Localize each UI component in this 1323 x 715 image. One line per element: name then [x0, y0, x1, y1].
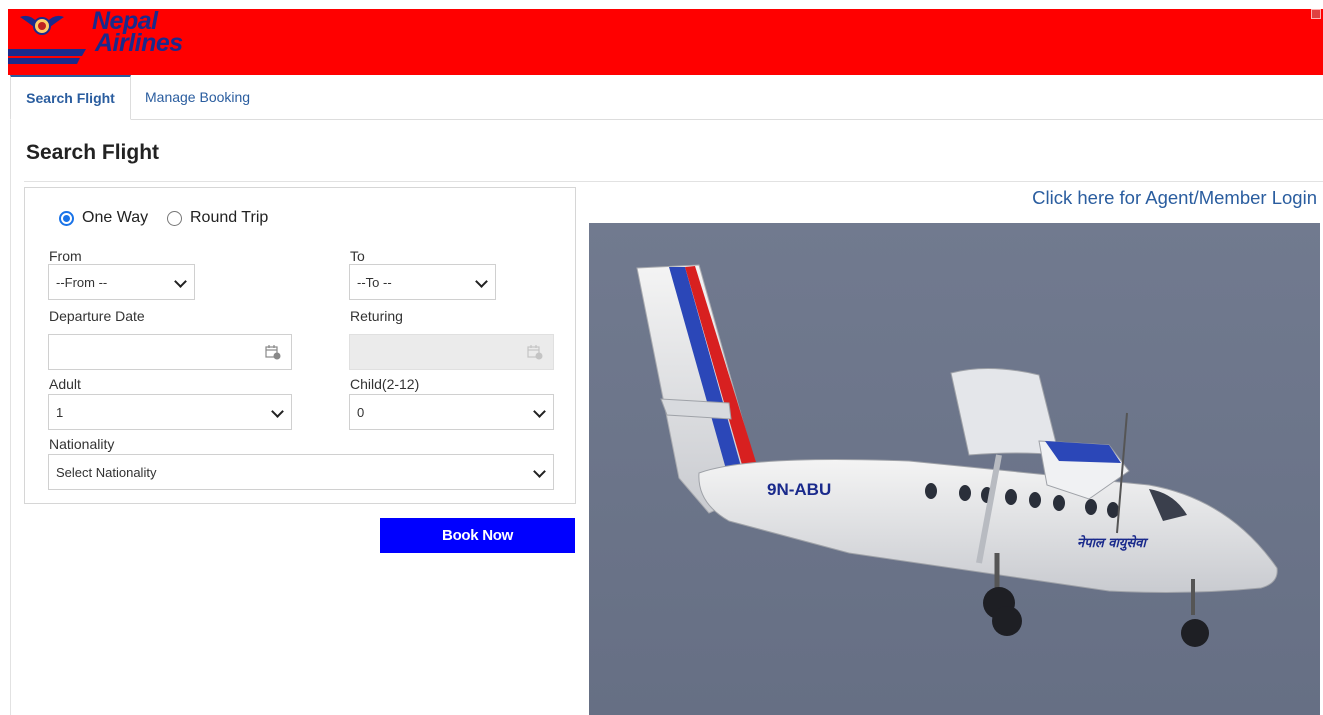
chevron-down-icon [533, 465, 546, 478]
adult-value: 1 [56, 405, 64, 420]
title-divider [24, 181, 1323, 182]
departure-date-input[interactable] [48, 334, 292, 370]
top-strip [0, 0, 1323, 9]
child-select[interactable]: 0 [349, 394, 554, 430]
calendar-icon[interactable] [265, 344, 281, 360]
departure-date-label: Departure Date [49, 308, 145, 324]
page-title: Search Flight [26, 141, 160, 164]
tab-manage-booking[interactable]: Manage Booking [145, 75, 250, 120]
nationality-select[interactable]: Select Nationality [48, 454, 554, 490]
chevron-down-icon [174, 275, 187, 288]
twin-otter-aircraft-image: 9N-ABU नेपाल वायुसेवा [589, 223, 1320, 715]
to-label: To [350, 248, 365, 264]
search-flight-form: One Way Round Trip From --From -- To --T… [24, 187, 576, 504]
agent-member-login-link[interactable]: Click here for Agent/Member Login [1032, 187, 1317, 209]
site-header: Nepal Airlines [8, 9, 1323, 75]
aircraft-livery-text: नेपाल वायुसेवा [1077, 535, 1148, 551]
aircraft-registration: 9N-ABU [767, 480, 831, 499]
returning-label: Returing [350, 308, 403, 324]
nationality-value: Select Nationality [56, 465, 157, 480]
radio-unselected-icon[interactable] [167, 210, 182, 226]
chevron-down-icon [271, 405, 284, 418]
tab-search-flight[interactable]: Search Flight [10, 75, 131, 120]
to-select[interactable]: --To -- [349, 264, 496, 300]
logo-emblem-icon [8, 15, 86, 64]
logo-line-2: Airlines [95, 29, 183, 57]
corner-menu-icon[interactable] [1311, 9, 1321, 19]
chevron-down-icon [533, 405, 546, 418]
child-label: Child(2-12) [350, 376, 420, 392]
one-way-radio[interactable]: One Way [59, 209, 148, 227]
nepal-airlines-logo[interactable]: Nepal Airlines [8, 9, 208, 75]
adult-select[interactable]: 1 [48, 394, 292, 430]
adult-label: Adult [49, 376, 81, 392]
calendar-icon[interactable] [527, 344, 543, 360]
round-trip-radio[interactable]: Round Trip [167, 209, 268, 227]
from-value: --From -- [56, 275, 108, 290]
one-way-label: One Way [82, 209, 149, 226]
radio-selected-icon[interactable] [59, 210, 74, 226]
tab-bar: Search Flight Manage Booking [10, 75, 1323, 120]
aircraft-photo: 9N-ABU नेपाल वायुसेवा [589, 223, 1320, 715]
logo-wordmark: Nepal Airlines [92, 9, 183, 57]
round-trip-label: Round Trip [190, 209, 269, 226]
from-label: From [49, 248, 82, 264]
chevron-down-icon [475, 275, 488, 288]
returning-date-input[interactable] [349, 334, 554, 370]
from-select[interactable]: --From -- [48, 264, 195, 300]
left-divider [10, 120, 11, 715]
to-value: --To -- [357, 275, 392, 290]
nationality-label: Nationality [49, 436, 115, 452]
child-value: 0 [357, 405, 365, 420]
book-now-button[interactable]: Book Now [380, 518, 575, 553]
